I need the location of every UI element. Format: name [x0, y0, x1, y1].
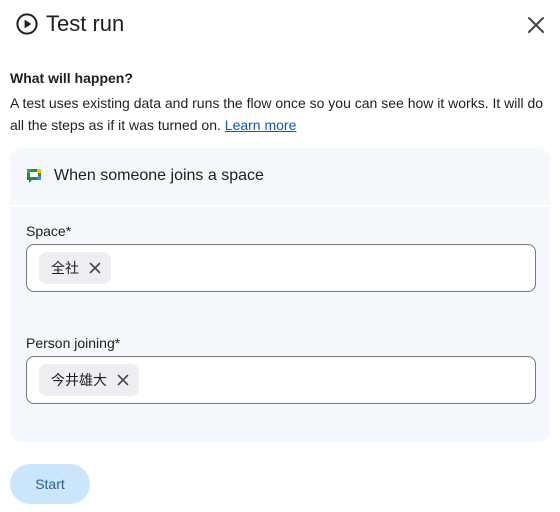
- play-circle-icon: [16, 13, 38, 35]
- person-field-label: Person joining*: [26, 335, 121, 351]
- dialog-header: Test run: [0, 0, 560, 48]
- trigger-header: When someone joins a space: [10, 148, 550, 202]
- remove-chip-icon[interactable]: [117, 374, 129, 386]
- space-chip[interactable]: 全社: [39, 252, 111, 284]
- close-icon[interactable]: [524, 13, 548, 37]
- learn-more-link[interactable]: Learn more: [225, 117, 297, 133]
- space-field-label: Space*: [26, 223, 72, 239]
- card-divider: [10, 205, 550, 207]
- trigger-card: When someone joins a space Space* 全社 Per…: [10, 148, 550, 442]
- space-field[interactable]: 全社: [26, 244, 536, 292]
- info-heading: What will happen?: [10, 70, 133, 86]
- person-chip[interactable]: 今井雄大: [39, 364, 139, 396]
- start-button[interactable]: Start: [10, 464, 90, 504]
- dialog-title: Test run: [46, 11, 125, 36]
- info-description: A test uses existing data and runs the f…: [10, 92, 550, 136]
- person-chip-label: 今井雄大: [51, 372, 107, 388]
- person-joining-field[interactable]: 今井雄大: [26, 356, 536, 404]
- trigger-label: When someone joins a space: [54, 167, 264, 184]
- google-chat-icon: [27, 169, 41, 183]
- remove-chip-icon[interactable]: [89, 262, 101, 274]
- space-chip-label: 全社: [51, 260, 79, 276]
